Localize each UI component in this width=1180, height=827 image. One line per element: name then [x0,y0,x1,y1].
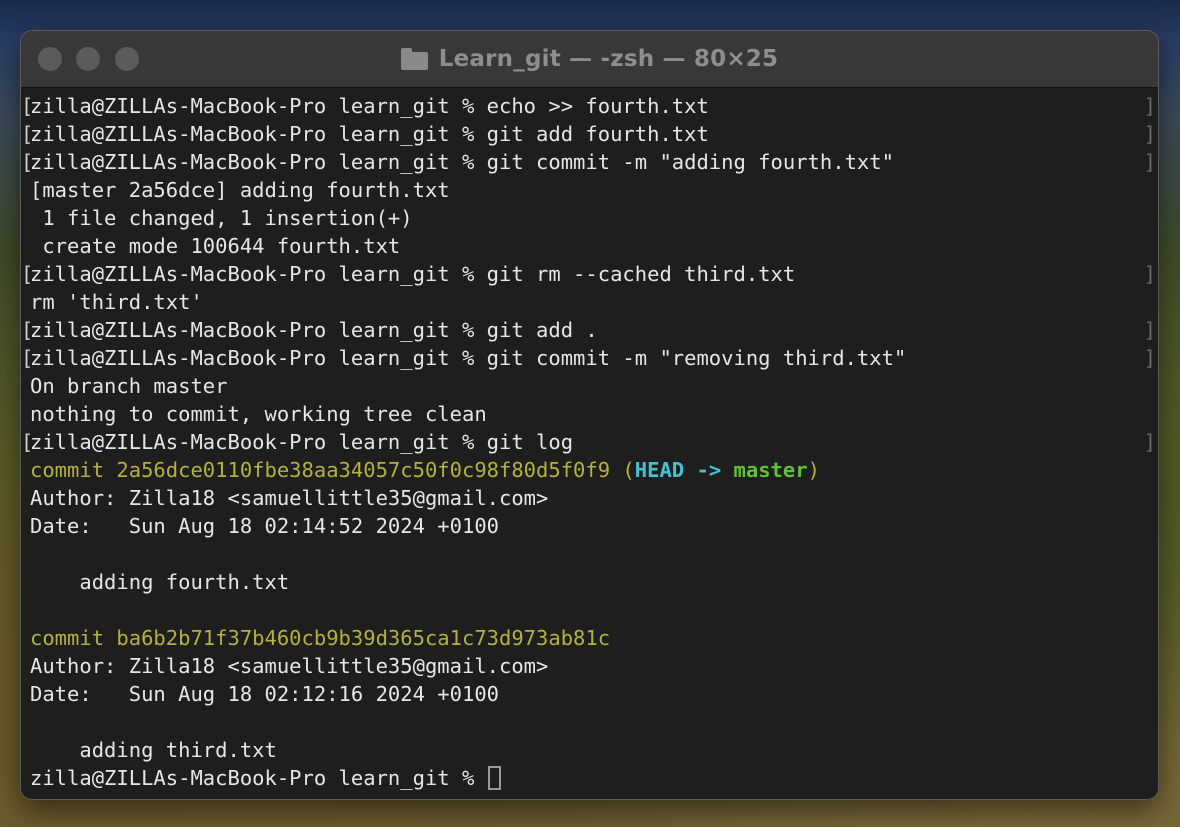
terminal-prompt-line: [] zilla@ZILLAs-MacBook-Pro learn_git % g… [21,428,1158,456]
terminal-output-line: adding fourth.txt [21,568,1158,596]
terminal-commit-line: commit ba6b2b71f37b460cb9b39d365ca1c73d9… [21,624,1158,652]
line-text: zilla@ZILLAs-MacBook-Pro learn_git % [30,764,501,792]
prompt-mark-close: ] [1143,262,1156,286]
prompt-mark-close: ] [1143,430,1156,454]
line-text: zilla@ZILLAs-MacBook-Pro learn_git % git… [30,346,907,370]
window-titlebar[interactable]: Learn_git — -zsh — 80×25 [21,31,1158,88]
line-text: Date: Sun Aug 18 02:14:52 2024 +0100 [30,514,499,538]
terminal-output[interactable]: [] zilla@ZILLAs-MacBook-Pro learn_git % e… [21,88,1158,799]
head-ref: HEAD -> [634,458,722,482]
ref-decoration-open: ( [610,458,635,482]
line-text: 1 file changed, 1 insertion(+) [30,206,413,230]
terminal-prompt-line: [] zilla@ZILLAs-MacBook-Pro learn_git % g… [21,120,1158,148]
terminal-prompt-line: [] zilla@ZILLAs-MacBook-Pro learn_git % e… [21,92,1158,120]
line-text: zilla@ZILLAs-MacBook-Pro learn_git % git… [30,430,574,454]
terminal-prompt-line: [] zilla@ZILLAs-MacBook-Pro learn_git % g… [21,316,1158,344]
line-text: On branch master [30,374,228,398]
terminal-output-line: Author: Zilla18 <samuellittle35@gmail.co… [21,652,1158,680]
line-text: Author: Zilla18 <samuellittle35@gmail.co… [30,654,549,678]
line-text: zilla@ZILLAs-MacBook-Pro learn_git % git… [30,318,598,342]
terminal-prompt-line: [] zilla@ZILLAs-MacBook-Pro learn_git % g… [21,148,1158,176]
line-text: zilla@ZILLAs-MacBook-Pro learn_git % git… [30,262,796,286]
line-text: Date: Sun Aug 18 02:12:16 2024 +0100 [30,682,499,706]
terminal-output-line: Date: Sun Aug 18 02:14:52 2024 +0100 [21,512,1158,540]
line-text: adding third.txt [30,738,277,762]
commit-hash: commit ba6b2b71f37b460cb9b39d365ca1c73d9… [30,626,611,650]
terminal-output-line: Date: Sun Aug 18 02:12:16 2024 +0100 [21,680,1158,708]
line-text: adding fourth.txt [30,570,290,594]
terminal-output-line: 1 file changed, 1 insertion(+) [21,204,1158,232]
ref-decoration-close: ) [807,458,820,482]
terminal-current-prompt[interactable]: zilla@ZILLAs-MacBook-Pro learn_git % [21,764,1158,792]
terminal-output-line: nothing to commit, working tree clean [21,400,1158,428]
branch-ref: master [721,458,808,482]
terminal-commit-line: commit 2a56dce0110fbe38aa34057c50f0c98f8… [21,456,1158,484]
prompt-mark-close: ] [1143,122,1156,146]
line-text: rm 'third.txt' [30,290,203,314]
terminal-output-line: Author: Zilla18 <samuellittle35@gmail.co… [21,484,1158,512]
line-text: commit ba6b2b71f37b460cb9b39d365ca1c73d9… [30,624,610,652]
terminal-window[interactable]: Learn_git — -zsh — 80×25 [] zilla@ZILLAs-… [21,31,1158,799]
window-title-group: Learn_git — -zsh — 80×25 [21,31,1158,87]
terminal-prompt-line: [] zilla@ZILLAs-MacBook-Pro learn_git % g… [21,344,1158,372]
terminal-output-line: rm 'third.txt' [21,288,1158,316]
line-text: Author: Zilla18 <samuellittle35@gmail.co… [30,486,549,510]
terminal-output-line: create mode 100644 fourth.txt [21,232,1158,260]
terminal-output-line: [master 2a56dce] adding fourth.txt [21,176,1158,204]
line-text: zilla@ZILLAs-MacBook-Pro learn_git % git… [30,122,709,146]
commit-hash: commit 2a56dce0110fbe38aa34057c50f0c98f8… [30,458,611,482]
line-text: commit 2a56dce0110fbe38aa34057c50f0c98f8… [30,456,820,484]
terminal-prompt-line: [] zilla@ZILLAs-MacBook-Pro learn_git % g… [21,260,1158,288]
line-text: zilla@ZILLAs-MacBook-Pro learn_git % ech… [30,94,709,118]
text-cursor[interactable] [487,766,501,790]
prompt-mark-close: ] [1143,150,1156,174]
prompt-mark-close: ] [1143,94,1156,118]
terminal-output-line: On branch master [21,372,1158,400]
line-text: nothing to commit, working tree clean [30,402,487,426]
prompt-mark-close: ] [1143,318,1156,342]
line-text: zilla@ZILLAs-MacBook-Pro learn_git % git… [30,150,894,174]
prompt-mark-close: ] [1143,346,1156,370]
folder-icon [400,48,428,70]
terminal-output-line: adding third.txt [21,736,1158,764]
window-title: Learn_git — -zsh — 80×25 [438,46,779,72]
line-text: create mode 100644 fourth.txt [30,234,401,258]
line-text: [master 2a56dce] adding fourth.txt [30,178,450,202]
